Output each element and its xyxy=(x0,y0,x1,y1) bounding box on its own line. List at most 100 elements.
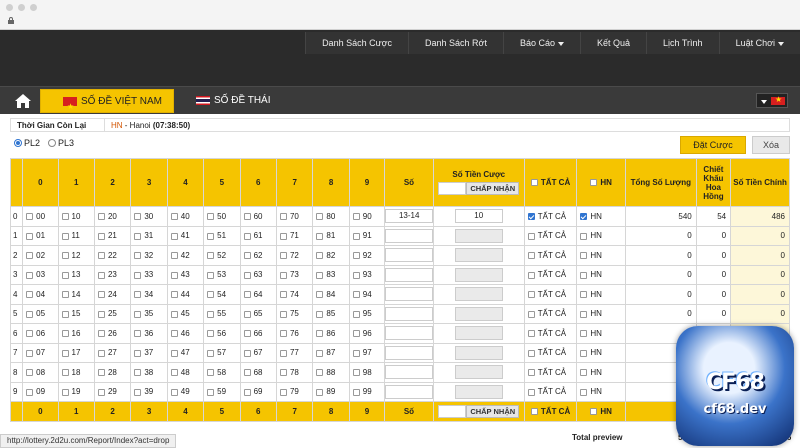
number-checkbox[interactable] xyxy=(352,388,360,396)
number-checkbox[interactable] xyxy=(207,291,215,299)
number-checkbox[interactable] xyxy=(316,330,324,338)
number-cell[interactable]: 28 xyxy=(93,362,132,383)
number-cell[interactable]: 04 xyxy=(22,284,59,305)
top-nav-item[interactable]: Báo Cáo xyxy=(502,32,580,54)
number-cell[interactable]: 41 xyxy=(166,225,205,246)
number-checkbox[interactable] xyxy=(316,291,324,299)
select-all-row-checkbox[interactable] xyxy=(527,310,535,318)
hn-row-checkbox[interactable] xyxy=(580,330,588,338)
number-checkbox[interactable] xyxy=(26,232,34,240)
accept-button-footer[interactable]: CHẤP NHẬN xyxy=(466,405,520,418)
number-cell[interactable]: 44 xyxy=(166,284,205,305)
bet-type-radio[interactable]: PL2 xyxy=(14,138,40,148)
hn-row-checkbox[interactable] xyxy=(580,213,588,221)
amount-input[interactable] xyxy=(454,287,503,302)
number-checkbox[interactable] xyxy=(207,330,215,338)
number-cell[interactable]: 08 xyxy=(22,362,59,383)
number-checkbox[interactable] xyxy=(170,349,178,357)
number-cell[interactable]: 25 xyxy=(93,303,132,324)
number-checkbox[interactable] xyxy=(61,232,69,240)
number-cell[interactable]: 36 xyxy=(130,323,168,344)
number-cell[interactable]: 12 xyxy=(57,245,95,266)
number-cell[interactable]: 82 xyxy=(312,245,350,266)
number-cell[interactable]: 31 xyxy=(130,225,168,246)
number-cell[interactable]: 81 xyxy=(312,225,350,246)
top-nav-item[interactable]: Danh Sách Cược xyxy=(305,32,409,54)
top-nav-item[interactable]: Kết Quả xyxy=(580,32,647,54)
number-cell[interactable]: 01 xyxy=(22,225,59,246)
number-checkbox[interactable] xyxy=(279,271,287,279)
so-input[interactable] xyxy=(385,248,433,263)
number-checkbox[interactable] xyxy=(352,330,360,338)
number-cell[interactable]: 95 xyxy=(348,303,386,324)
amount-input[interactable] xyxy=(454,228,503,243)
number-checkbox[interactable] xyxy=(352,232,360,240)
number-checkbox[interactable] xyxy=(61,310,69,318)
number-cell[interactable]: 99 xyxy=(348,381,386,402)
number-checkbox[interactable] xyxy=(26,310,34,318)
number-cell[interactable]: 70 xyxy=(275,206,314,227)
amount-input[interactable] xyxy=(454,267,503,282)
hn-row-checkbox[interactable] xyxy=(580,369,588,377)
number-checkbox[interactable] xyxy=(243,291,251,299)
number-cell[interactable]: 03 xyxy=(22,264,59,285)
number-checkbox[interactable] xyxy=(352,349,360,357)
number-checkbox[interactable] xyxy=(279,291,287,299)
hn-all-checkbox[interactable] xyxy=(590,408,598,416)
amount-input[interactable] xyxy=(454,384,503,399)
number-cell[interactable]: 27 xyxy=(93,342,132,363)
number-checkbox[interactable] xyxy=(97,291,105,299)
number-checkbox[interactable] xyxy=(61,388,69,396)
number-checkbox[interactable] xyxy=(134,213,142,221)
number-cell[interactable]: 80 xyxy=(312,206,350,227)
number-checkbox[interactable] xyxy=(352,310,360,318)
number-checkbox[interactable] xyxy=(134,232,142,240)
number-checkbox[interactable] xyxy=(97,349,105,357)
number-cell[interactable]: 38 xyxy=(130,362,168,383)
number-cell[interactable]: 61 xyxy=(239,225,277,246)
number-cell[interactable]: 42 xyxy=(166,245,205,266)
select-all-row-checkbox[interactable] xyxy=(527,213,535,221)
number-cell[interactable]: 51 xyxy=(203,225,241,246)
hn-row-checkbox[interactable] xyxy=(580,388,588,396)
number-checkbox[interactable] xyxy=(352,213,360,221)
number-cell[interactable]: 16 xyxy=(57,323,95,344)
number-cell[interactable]: 72 xyxy=(275,245,314,266)
hn-row-checkbox[interactable] xyxy=(580,310,588,318)
select-all-row-checkbox[interactable] xyxy=(527,330,535,338)
number-cell[interactable]: 97 xyxy=(348,342,386,363)
number-cell[interactable]: 60 xyxy=(239,206,277,227)
number-cell[interactable]: 09 xyxy=(22,381,59,402)
number-cell[interactable]: 62 xyxy=(239,245,277,266)
number-cell[interactable]: 53 xyxy=(203,264,241,285)
number-checkbox[interactable] xyxy=(26,349,34,357)
number-checkbox[interactable] xyxy=(207,369,215,377)
number-cell[interactable]: 73 xyxy=(275,264,314,285)
number-checkbox[interactable] xyxy=(97,252,105,260)
number-checkbox[interactable] xyxy=(170,213,178,221)
number-checkbox[interactable] xyxy=(243,232,251,240)
so-input[interactable] xyxy=(385,365,433,380)
number-cell[interactable]: 71 xyxy=(275,225,314,246)
number-checkbox[interactable] xyxy=(61,252,69,260)
select-all-row-checkbox[interactable] xyxy=(527,369,535,377)
number-checkbox[interactable] xyxy=(26,369,34,377)
select-all-row-checkbox[interactable] xyxy=(527,271,535,279)
number-checkbox[interactable] xyxy=(134,310,142,318)
number-checkbox[interactable] xyxy=(61,369,69,377)
number-cell[interactable]: 94 xyxy=(348,284,386,305)
amount-input[interactable] xyxy=(454,345,503,360)
number-cell[interactable]: 74 xyxy=(275,284,314,305)
top-nav-item[interactable]: Luật Chơi xyxy=(718,32,800,54)
place-bet-button[interactable]: Đặt Cược xyxy=(680,136,746,154)
number-checkbox[interactable] xyxy=(61,213,69,221)
number-cell[interactable]: 79 xyxy=(275,381,314,402)
number-checkbox[interactable] xyxy=(170,291,178,299)
number-cell[interactable]: 78 xyxy=(275,362,314,383)
number-checkbox[interactable] xyxy=(170,310,178,318)
number-checkbox[interactable] xyxy=(243,252,251,260)
number-checkbox[interactable] xyxy=(97,213,105,221)
number-checkbox[interactable] xyxy=(134,388,142,396)
number-checkbox[interactable] xyxy=(243,349,251,357)
amount-input[interactable] xyxy=(454,326,503,341)
